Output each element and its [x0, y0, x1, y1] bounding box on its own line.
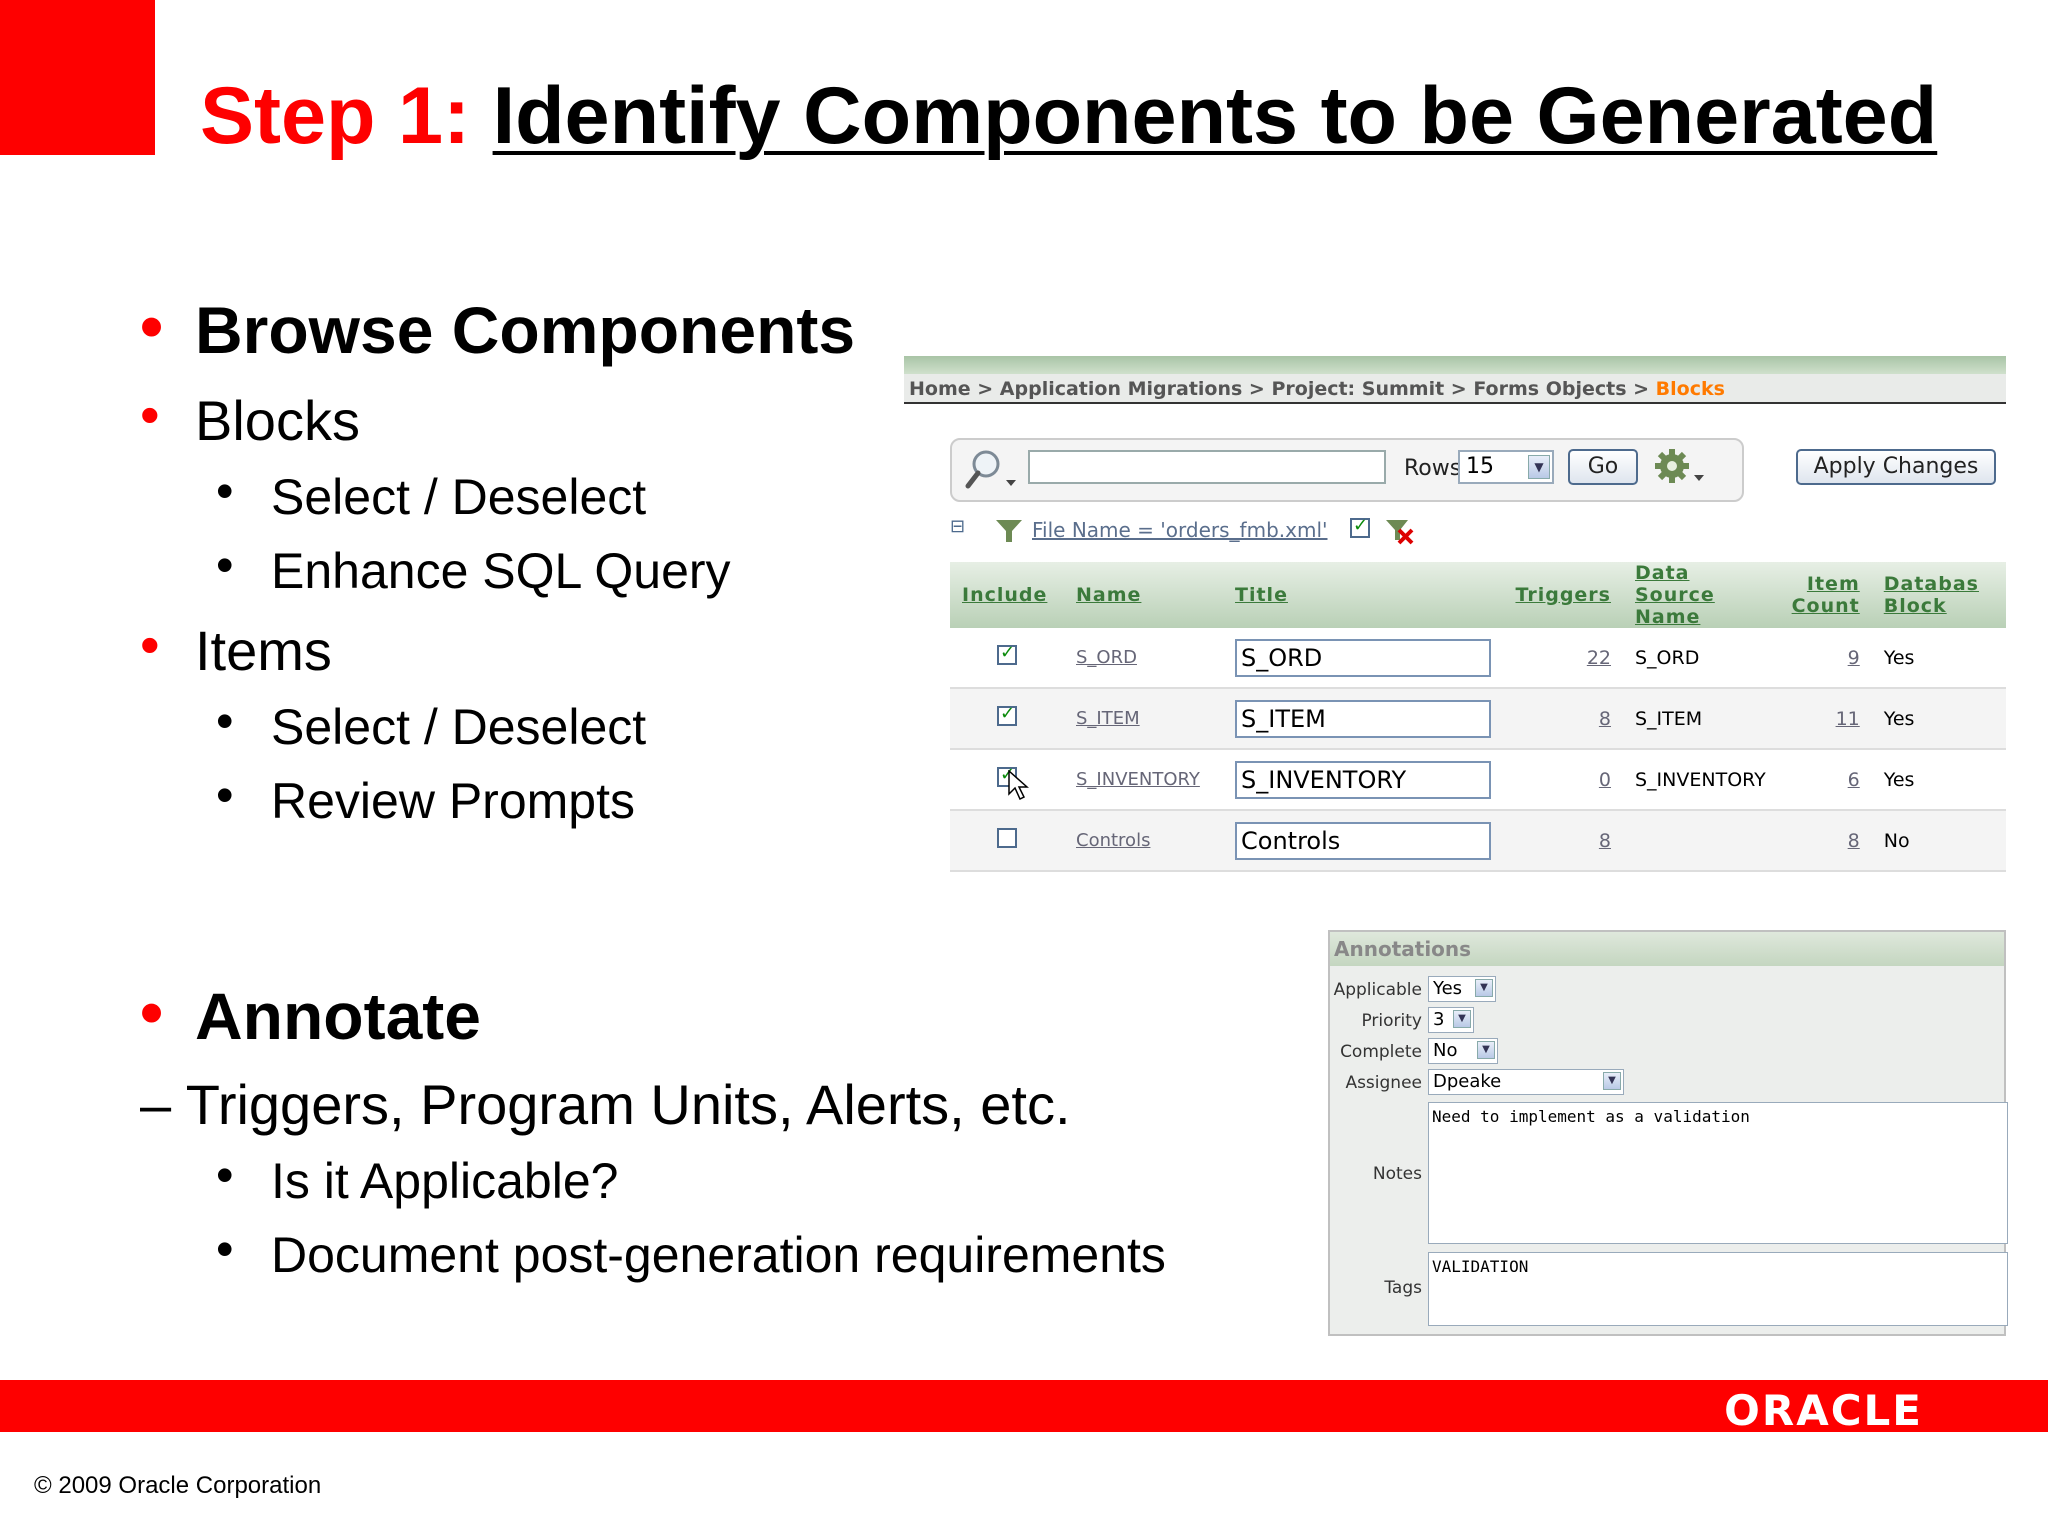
apply-changes-button[interactable]: Apply Changes — [1796, 449, 1996, 485]
data-source-name — [1623, 810, 1778, 872]
oracle-logo: ORACLE — [1724, 1386, 1923, 1435]
notes-label: Notes — [1372, 1164, 1422, 1184]
bullet-blocks: • Blocks — [140, 383, 360, 452]
col-name[interactable]: Name — [1064, 562, 1223, 628]
search-icon[interactable] — [962, 446, 1020, 496]
item-count-link[interactable]: 9 — [1777, 628, 1872, 689]
title-input[interactable]: S_ITEM — [1235, 699, 1491, 738]
tags-label: Tags — [1384, 1278, 1422, 1298]
go-button[interactable]: Go — [1568, 449, 1638, 485]
col-item-count[interactable]: Item Count — [1777, 562, 1872, 628]
assignee-label: Assignee — [1345, 1073, 1422, 1093]
tags-textarea[interactable]: VALIDATION — [1428, 1252, 2008, 1326]
breadcrumb-migrations[interactable]: Application Migrations — [1000, 378, 1243, 400]
triggers-link[interactable]: 0 — [1503, 749, 1623, 811]
data-source-name: S_INVENTORY — [1623, 749, 1778, 811]
bullet-annotate-sub: – Triggers, Program Units, Alerts, etc. — [140, 1073, 1071, 1136]
col-title[interactable]: Title — [1223, 562, 1503, 628]
complete-select[interactable]: No ▼ — [1428, 1038, 1498, 1064]
bullet-annotate: • Annotate — [140, 975, 481, 1053]
chevron-down-icon: ▼ — [1603, 1072, 1621, 1090]
col-database-block[interactable]: Databas Block — [1871, 562, 2006, 628]
priority-select[interactable]: 3 ▼ — [1428, 1007, 1474, 1033]
item-count-link[interactable]: 8 — [1777, 810, 1872, 872]
data-source-name: S_ITEM — [1623, 688, 1778, 750]
title-input[interactable]: Controls — [1235, 821, 1491, 860]
filter-enabled-checkbox[interactable] — [1350, 515, 1370, 538]
applicable-label: Applicable — [1333, 980, 1422, 1000]
region-top-band — [904, 356, 2006, 374]
bullet-applicable: • Is it Applicable? — [216, 1147, 619, 1209]
filter-link[interactable]: File Name = 'orders_fmb.xml' — [1032, 518, 1328, 542]
chevron-down-icon: ▼ — [1453, 1010, 1471, 1028]
block-name-link[interactable]: S_ITEM — [1064, 688, 1223, 750]
database-block-value: Yes — [1871, 688, 2006, 750]
title-input[interactable]: S_ORD — [1235, 638, 1491, 677]
mouse-cursor-icon — [1008, 769, 1030, 807]
table-row: S_ITEM S_ITEM 8 S_ITEM 11 Yes — [950, 688, 2006, 750]
breadcrumb-project[interactable]: Project: Summit — [1271, 378, 1444, 400]
breadcrumb: Home > Application Migrations > Project:… — [904, 374, 2006, 404]
database-block-value: No — [1871, 810, 2006, 872]
assignee-select[interactable]: Dpeake ▼ — [1428, 1069, 1624, 1095]
rows-select[interactable]: 15 ▼ — [1458, 450, 1554, 484]
triggers-link[interactable]: 8 — [1503, 810, 1623, 872]
annotations-heading: Annotations — [1330, 932, 2004, 966]
block-name-link[interactable]: S_ORD — [1064, 628, 1223, 689]
item-count-link[interactable]: 6 — [1777, 749, 1872, 811]
block-name-link[interactable]: Controls — [1064, 810, 1223, 872]
bullet-document: • Document post-generation requirements — [216, 1221, 1166, 1283]
notes-textarea[interactable]: Need to implement as a validation — [1428, 1102, 2008, 1244]
collapse-icon[interactable]: ⊟ — [950, 516, 965, 537]
breadcrumb-forms[interactable]: Forms Objects — [1473, 378, 1626, 400]
col-triggers[interactable]: Triggers — [1503, 562, 1623, 628]
chevron-down-icon: ▼ — [1475, 979, 1493, 997]
triggers-link[interactable]: 22 — [1503, 628, 1623, 689]
gear-icon[interactable] — [1652, 448, 1716, 494]
rows-label: Rows — [1404, 456, 1462, 481]
blocks-table: Include Name Title Triggers Data Source N… — [950, 562, 2006, 872]
database-block-value: Yes — [1871, 749, 2006, 811]
applicable-select[interactable]: Yes ▼ — [1428, 976, 1496, 1002]
breadcrumb-current: Blocks — [1655, 378, 1725, 400]
filter-funnel-icon — [994, 518, 1024, 549]
include-checkbox[interactable] — [997, 642, 1017, 665]
chevron-down-icon: ▼ — [1528, 455, 1550, 479]
search-region: Rows 15 ▼ Go — [950, 438, 1744, 502]
item-count-link[interactable]: 11 — [1777, 688, 1872, 750]
bullet-blocks-select: • Select / Deselect — [216, 463, 647, 525]
filter-remove-icon[interactable] — [1384, 516, 1416, 551]
table-row: S_ORD S_ORD 22 S_ORD 9 Yes — [950, 628, 2006, 689]
triggers-link[interactable]: 8 — [1503, 688, 1623, 750]
bullet-blocks-sql: • Enhance SQL Query — [216, 537, 731, 599]
bullet-browse: • Browse Components — [140, 289, 856, 367]
blocks-report-panel: Home > Application Migrations > Project:… — [904, 356, 2006, 872]
search-input[interactable] — [1028, 450, 1386, 484]
col-include[interactable]: Include — [950, 562, 1064, 628]
title-input[interactable]: S_INVENTORY — [1235, 760, 1491, 799]
copyright-text: © 2009 Oracle Corporation — [34, 1472, 322, 1499]
brand-red-square — [0, 0, 155, 155]
annotations-panel: Annotations Applicable Yes ▼ Priority 3 … — [1328, 930, 2008, 1336]
include-checkbox[interactable] — [997, 703, 1017, 726]
block-name-link[interactable]: S_INVENTORY — [1064, 749, 1223, 811]
bullet-items: • Items — [140, 613, 332, 682]
data-source-name: S_ORD — [1623, 628, 1778, 689]
bullet-items-review: • Review Prompts — [216, 767, 635, 829]
include-checkbox[interactable] — [997, 828, 1017, 848]
col-data-source[interactable]: Data Source Name — [1623, 562, 1778, 628]
breadcrumb-home[interactable]: Home — [909, 378, 971, 400]
chevron-down-icon: ▼ — [1477, 1041, 1495, 1059]
database-block-value: Yes — [1871, 628, 2006, 689]
bullet-items-select: • Select / Deselect — [216, 693, 647, 755]
title-main: Identify Components to be Generated — [492, 71, 1938, 161]
table-header-row: Include Name Title Triggers Data Source N… — [950, 562, 2006, 628]
slide-title: Step 1: Identify Components to be Genera… — [200, 70, 1937, 163]
complete-label: Complete — [1340, 1042, 1422, 1062]
priority-label: Priority — [1361, 1011, 1422, 1031]
title-step: Step 1: — [200, 71, 471, 161]
table-row: S_INVENTORY S_INVENTORY 0 S_INVENTORY 6 … — [950, 749, 2006, 811]
table-row: Controls Controls 8 8 No — [950, 810, 2006, 872]
